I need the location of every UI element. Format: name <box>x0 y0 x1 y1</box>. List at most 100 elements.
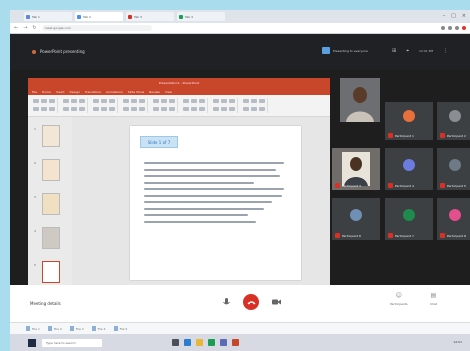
taskbar-search-input[interactable]: Type here to search <box>42 338 102 347</box>
participant-name: Participant 2 <box>447 133 466 138</box>
task-view-icon[interactable] <box>172 339 179 346</box>
store-icon[interactable] <box>220 339 227 346</box>
more-options-icon[interactable]: ⋮ <box>443 48 448 54</box>
browser-tab[interactable]: Tab 3 <box>126 12 174 21</box>
back-icon[interactable]: ← <box>14 25 18 31</box>
ppt-menu-file[interactable]: File <box>32 90 37 94</box>
ribbon-group[interactable] <box>212 98 238 113</box>
profile-avatar[interactable] <box>462 26 466 30</box>
slide-number: 3 <box>34 195 36 199</box>
muted-mic-icon <box>335 233 340 238</box>
call-controls <box>218 294 284 310</box>
extensions-area <box>441 26 466 30</box>
tab-label: Tab 1 <box>32 14 40 19</box>
grid-layout-icon[interactable]: ⊞ <box>392 48 396 54</box>
system-tray-clock: 12:01 <box>453 340 462 344</box>
microphone-button[interactable] <box>218 294 234 310</box>
ribbon-group[interactable] <box>242 98 268 113</box>
ribbon-group[interactable] <box>152 98 178 113</box>
participant-avatar <box>403 159 415 171</box>
ribbon-group[interactable] <box>32 98 58 113</box>
browser-tab[interactable]: Tab 2 <box>75 12 123 21</box>
ppt-menu-transitions[interactable]: Transitions <box>85 90 101 94</box>
pin-icon[interactable]: ⌖ <box>406 48 409 54</box>
slide-thumbnail-pane: 1 2 3 4 5 <box>28 117 72 292</box>
participant-tile[interactable]: Participant 7 <box>385 198 433 240</box>
file-icon <box>26 326 30 331</box>
maximize-icon[interactable]: □ <box>451 13 456 19</box>
extension-icon[interactable] <box>448 26 452 30</box>
chrome-icon[interactable] <box>208 339 215 346</box>
participant-video <box>346 87 374 122</box>
slide-thumbnail-selected[interactable]: 5 <box>34 261 60 283</box>
participant-tile[interactable]: Participant 4 <box>385 148 433 190</box>
ppt-menu-animations[interactable]: Animations <box>106 90 123 94</box>
browser-tab[interactable]: Tab 4 <box>177 12 225 21</box>
ribbon-group[interactable] <box>92 98 118 113</box>
edge-icon[interactable] <box>184 339 191 346</box>
chat-button[interactable]: ▤ Chat <box>430 292 437 306</box>
download-name: File 5 <box>119 326 128 331</box>
download-name: File 3 <box>75 326 84 331</box>
participant-tile[interactable]: Participant 8 <box>437 198 470 240</box>
extension-icon[interactable] <box>455 26 459 30</box>
close-icon[interactable]: × <box>462 13 466 19</box>
ppt-menu-home[interactable]: Home <box>42 90 51 94</box>
meet-top-icons: ⊞ ⌖ 12:01 PM ⋮ <box>392 48 448 54</box>
taskbar-apps <box>172 339 239 346</box>
slide-thumbnail[interactable]: 3 <box>34 193 60 215</box>
participants-button[interactable]: ☺ Participants <box>390 292 408 306</box>
participant-tile[interactable]: Participant 2 <box>437 102 470 140</box>
download-item[interactable]: File 3 <box>69 326 84 332</box>
ppt-menu-design[interactable]: Design <box>70 90 80 94</box>
presenting-indicator[interactable]: Presenting to everyone <box>322 47 368 54</box>
participant-name: Participant 1 <box>395 133 414 138</box>
slide-editor: Slide 1 of 7 <box>72 117 330 292</box>
minimize-icon[interactable]: – <box>443 13 446 19</box>
ribbon-group[interactable] <box>182 98 208 113</box>
current-slide[interactable]: Slide 1 of 7 <box>130 126 301 280</box>
reload-icon[interactable]: ↻ <box>32 25 36 31</box>
powerpoint-icon[interactable] <box>232 339 239 346</box>
ppt-title: Presentation1 - PowerPoint <box>158 81 200 85</box>
screen-frame: Tab 1 Tab 2 Tab 3 Tab 4 – □ × ← → ↻ meet… <box>10 10 470 351</box>
participant-tile[interactable] <box>340 78 380 122</box>
tab-favicon-icon <box>77 14 81 19</box>
os-taskbar: Type here to search 12:01 <box>10 334 470 351</box>
participant-tile[interactable]: Participant 3 <box>332 148 380 190</box>
address-bar-row: ← → ↻ meet.google.com <box>10 23 470 34</box>
slide-thumbnail[interactable]: 4 <box>34 227 60 249</box>
folder-icon[interactable] <box>196 339 203 346</box>
ppt-menu-slideshow[interactable]: Slide Show <box>128 90 144 94</box>
ribbon-group[interactable] <box>62 98 88 113</box>
slide-thumbnail[interactable]: 1 <box>34 125 60 147</box>
browser-tab[interactable]: Tab 1 <box>24 12 72 21</box>
extension-icon[interactable] <box>441 26 445 30</box>
chat-icon: ▤ <box>430 292 437 299</box>
meeting-title-text: PowerPoint presenting <box>40 49 85 54</box>
participant-tile[interactable]: Participant 6 <box>332 198 380 240</box>
microphone-icon <box>222 297 230 304</box>
ppt-menu-insert[interactable]: Insert <box>56 90 65 94</box>
camera-button[interactable] <box>268 294 284 310</box>
meeting-details-button[interactable]: Meeting details <box>30 301 61 306</box>
ppt-menu-view[interactable]: View <box>165 90 172 94</box>
ppt-menu-review[interactable]: Review <box>149 90 160 94</box>
end-call-button[interactable] <box>243 294 259 310</box>
ribbon-group[interactable] <box>122 98 148 113</box>
url-input[interactable]: meet.google.com <box>41 25 152 31</box>
participant-avatar <box>403 209 415 221</box>
start-icon[interactable] <box>28 338 36 347</box>
download-item[interactable]: File 1 <box>26 326 40 332</box>
browser-tabbar: Tab 1 Tab 2 Tab 3 Tab 4 – □ × <box>10 10 470 23</box>
participant-avatar <box>403 110 415 122</box>
slide-number: 2 <box>34 161 36 165</box>
download-item[interactable]: File 4 <box>91 326 106 332</box>
forward-icon[interactable]: → <box>23 25 27 31</box>
participant-tile[interactable]: Participant 5 <box>437 148 470 190</box>
download-item[interactable]: File 2 <box>47 326 62 332</box>
participant-tile[interactable]: Participant 1 <box>385 102 433 140</box>
slide-thumbnail[interactable]: 2 <box>34 159 60 181</box>
people-icon: ☺ <box>395 292 402 299</box>
download-item[interactable]: File 5 <box>113 326 128 332</box>
